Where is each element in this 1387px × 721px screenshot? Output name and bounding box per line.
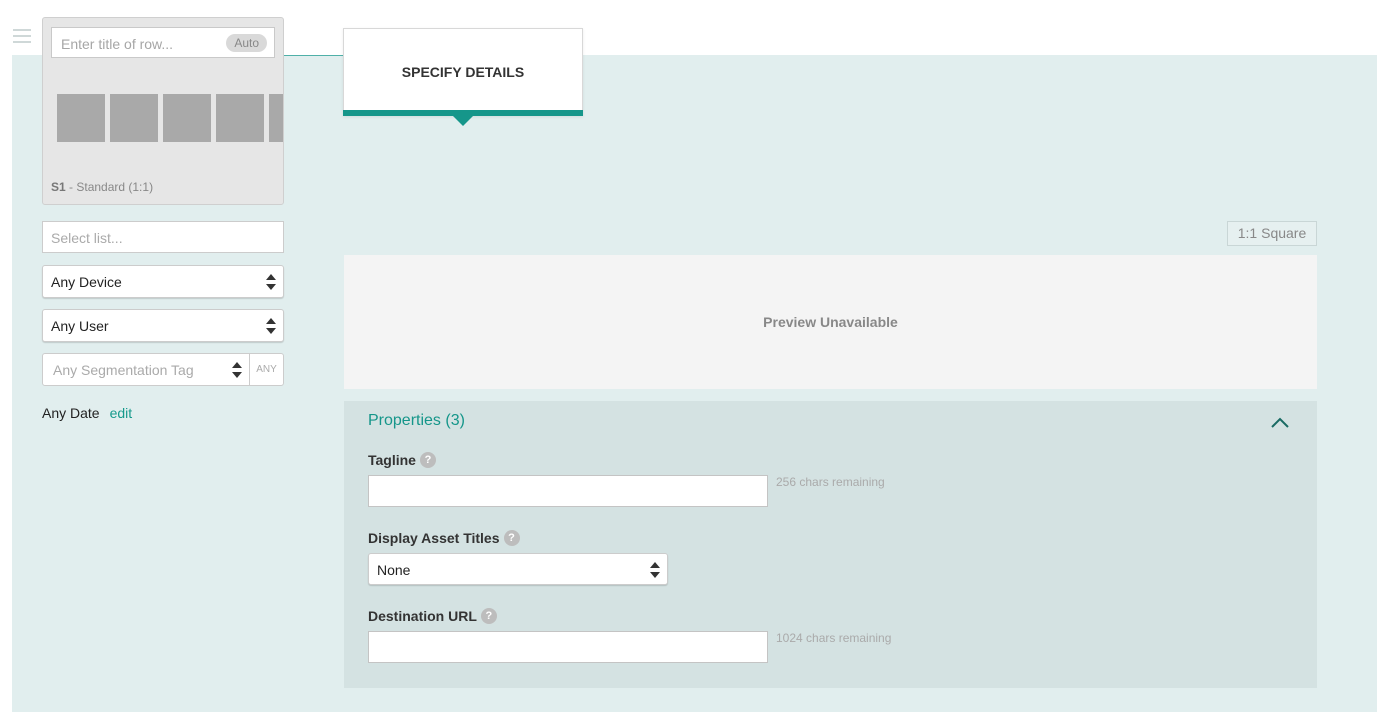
thumbnail xyxy=(216,94,264,142)
properties-title[interactable]: Properties (3) xyxy=(368,412,465,430)
select-arrows-icon xyxy=(266,274,276,290)
auto-badge[interactable]: Auto xyxy=(226,34,267,52)
app-canvas: Enter title of row... Auto S1 - Standard… xyxy=(0,0,1387,721)
row-style-label: S1 - Standard (1:1) xyxy=(51,180,153,194)
user-select-value: Any User xyxy=(51,318,109,334)
tab-pointer-icon xyxy=(452,115,474,126)
segmentation-select[interactable]: Any Segmentation Tag xyxy=(42,353,250,386)
user-select[interactable]: Any User xyxy=(42,309,284,342)
divider-line xyxy=(283,55,345,56)
display-asset-titles-value: None xyxy=(377,562,411,578)
display-asset-titles-label-text: Display Asset Titles xyxy=(368,530,500,546)
row-style-code: S1 xyxy=(51,180,66,194)
thumbnail xyxy=(269,94,283,142)
help-icon[interactable]: ? xyxy=(480,608,497,625)
destination-url-chars-remaining: 1024 chars remaining xyxy=(776,631,892,645)
preview-message: Preview Unavailable xyxy=(763,314,898,330)
select-arrows-icon xyxy=(232,362,242,378)
segmentation-placeholder: Any Segmentation Tag xyxy=(53,362,194,378)
select-arrows-icon xyxy=(266,318,276,334)
any-toggle-button[interactable]: ANY xyxy=(249,353,284,386)
select-arrows-icon xyxy=(650,562,660,578)
select-list-input[interactable]: Select list... xyxy=(42,221,284,253)
thumbnail xyxy=(163,94,211,142)
row-style-desc: - Standard (1:1) xyxy=(65,180,154,194)
thumbnail xyxy=(57,94,105,142)
tab-label: SPECIFY DETAILS xyxy=(401,64,525,80)
chevron-up-icon[interactable] xyxy=(1271,417,1289,428)
select-list-placeholder: Select list... xyxy=(51,230,123,246)
row-title-input[interactable]: Enter title of row... Auto xyxy=(51,27,275,58)
tagline-label: Tagline? xyxy=(368,452,436,469)
preview-area: Preview Unavailable xyxy=(344,255,1317,389)
device-select-value: Any Device xyxy=(51,274,122,290)
help-icon[interactable]: ? xyxy=(419,452,436,469)
row-title-placeholder: Enter title of row... xyxy=(61,36,174,52)
aspect-ratio-badge: 1:1 Square xyxy=(1227,221,1317,246)
segmentation-control: Any Segmentation Tag ANY xyxy=(42,353,284,386)
device-select[interactable]: Any Device xyxy=(42,265,284,298)
date-label: Any Date xyxy=(42,405,100,421)
hamburger-menu-icon[interactable] xyxy=(13,29,31,45)
destination-url-label: Destination URL? xyxy=(368,608,497,625)
date-filter: Any Date edit xyxy=(42,405,132,421)
thumbnail xyxy=(110,94,158,142)
thumbnail-strip xyxy=(57,94,283,142)
tagline-chars-remaining: 256 chars remaining xyxy=(776,475,885,489)
tagline-input[interactable] xyxy=(368,475,768,507)
destination-url-label-text: Destination URL xyxy=(368,608,477,624)
properties-panel: Properties (3) Tagline? 256 chars remain… xyxy=(344,401,1317,688)
help-icon[interactable]: ? xyxy=(503,530,520,547)
display-asset-titles-label: Display Asset Titles? xyxy=(368,530,520,547)
destination-url-input[interactable] xyxy=(368,631,768,663)
edit-date-link[interactable]: edit xyxy=(110,405,133,421)
row-card[interactable]: Enter title of row... Auto S1 - Standard… xyxy=(42,17,284,205)
display-asset-titles-select[interactable]: None xyxy=(368,553,668,585)
tagline-label-text: Tagline xyxy=(368,452,416,468)
tab-specify-details[interactable]: SPECIFY DETAILS xyxy=(343,28,583,116)
